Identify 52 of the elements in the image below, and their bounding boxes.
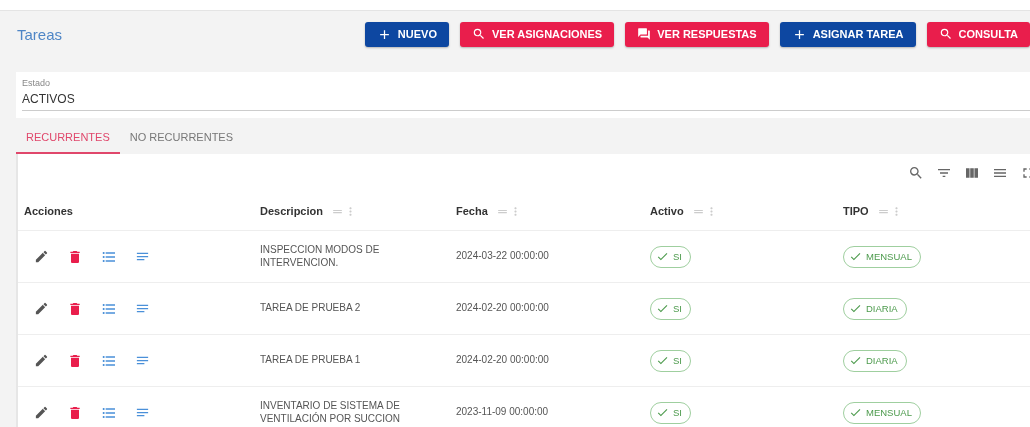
delete-icon[interactable] — [67, 248, 83, 265]
tab[interactable]: NO RECURRENTES — [119, 122, 244, 154]
table-cell: 2024-02-20 00:00:00 — [456, 354, 549, 367]
search-icon — [472, 27, 486, 41]
estado-select[interactable]: Estado ACTIVOS — [16, 72, 1030, 118]
chip-label: SI — [673, 302, 682, 315]
column-header: Activo — [650, 205, 684, 217]
check-icon — [849, 302, 862, 315]
columns-icon[interactable] — [964, 165, 980, 181]
table-cell-text: INSPECCION MODOS DE INTERVENCION. — [260, 244, 381, 269]
chip-label: SI — [673, 406, 682, 419]
column-header: Descripcion — [260, 205, 323, 217]
action-button[interactable]: CONSULTA — [926, 21, 1030, 47]
check-icon — [849, 354, 862, 367]
table-cell: 2023-11-09 00:00:00 — [456, 406, 549, 419]
delete-icon[interactable] — [67, 300, 83, 317]
action-button[interactable]: VER RESPUESTAS — [625, 21, 769, 47]
search-icon — [938, 27, 953, 41]
chip-label: SI — [673, 250, 682, 263]
action-button[interactable]: VER ASIGNACIONES — [460, 21, 615, 47]
chip-label: MENSUAL — [866, 250, 912, 263]
check-icon — [656, 250, 669, 263]
check-icon — [656, 406, 669, 419]
search-icon[interactable] — [908, 165, 924, 181]
check-icon — [656, 354, 669, 367]
delete-icon[interactable] — [67, 404, 83, 421]
table-cell-text: INVENTARIO DE SISTEMA DE VENTILACIÓN POR SUCCION — [260, 400, 402, 425]
table-cell: TAREA DE PRUEBA 1 — [260, 354, 361, 367]
field-value: ACTIVOS — [22, 92, 1030, 111]
chip-label: DIARIA — [866, 302, 898, 315]
edit-icon[interactable] — [34, 249, 49, 264]
chip-label: DIARIA — [866, 354, 898, 367]
chip-label: MENSUAL — [866, 406, 912, 419]
check-icon — [656, 302, 669, 315]
chat-icon — [637, 27, 652, 41]
field-label: Estado — [22, 78, 52, 88]
column-header: Fecha — [456, 205, 488, 217]
check-icon — [849, 406, 862, 419]
table-cell: TAREA DE PRUEBA 2 — [260, 302, 361, 315]
edit-icon[interactable] — [34, 353, 49, 368]
delete-icon[interactable] — [67, 352, 83, 369]
column-header: TIPO — [843, 205, 869, 217]
table-cell: 2024-02-20 00:00:00 — [456, 302, 549, 315]
table-cell: 2024-03-22 00:00:00 — [456, 250, 549, 263]
check-icon — [849, 250, 862, 263]
edit-icon[interactable] — [34, 301, 49, 316]
action-button[interactable]: ASIGNAR TAREA — [779, 21, 916, 47]
page-title: Tareas — [16, 25, 64, 43]
chip-label: SI — [673, 354, 682, 367]
column-header: Acciones — [24, 205, 73, 217]
action-button[interactable]: NUEVO — [364, 21, 449, 47]
edit-icon[interactable] — [34, 405, 49, 420]
